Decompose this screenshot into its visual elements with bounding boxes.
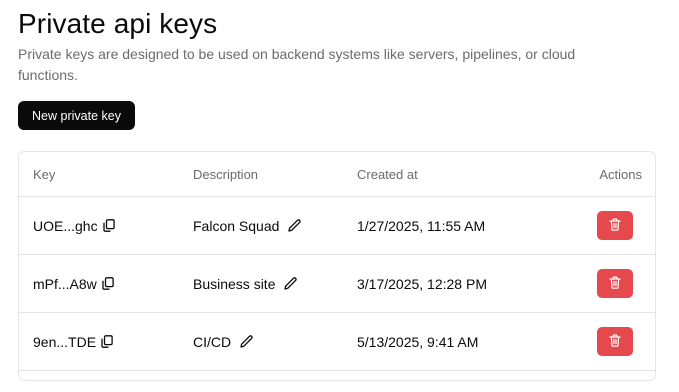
page-subtitle: Private keys are designed to be used on … (18, 46, 576, 83)
copy-icon[interactable] (101, 335, 113, 348)
pencil-icon[interactable] (283, 276, 298, 291)
key-cell: 9en...TDE (33, 313, 113, 370)
table-row: UOE...ghc Falcon Squad 1/27/2025, 11:55 … (19, 197, 655, 255)
created-at-cell: 5/13/2025, 9:41 AM (357, 333, 479, 350)
delete-key-button[interactable] (597, 269, 633, 298)
trash-icon (609, 217, 621, 234)
trash-icon (609, 275, 621, 292)
pencil-icon[interactable] (239, 334, 254, 349)
description-cell: CI/CD (193, 313, 254, 370)
actions-cell (597, 255, 642, 312)
copy-icon[interactable] (102, 219, 115, 232)
description-value: Falcon Squad (193, 217, 280, 234)
description-cell: Falcon Squad (193, 197, 302, 254)
actions-cell (597, 313, 642, 370)
column-header-description: Description (193, 166, 259, 182)
trash-icon (609, 333, 621, 350)
description-value: CI/CD (193, 333, 232, 350)
table-header-row: Key Description Created at Actions (19, 152, 655, 197)
key-value: mPf...A8w (33, 275, 97, 292)
table-row: 9en...TDE CI/CD 5/13/2025, 9:41 AM (19, 313, 655, 371)
table-row: mPf...A8w Business site 3/17/2025, 12:28… (19, 255, 655, 313)
delete-key-button[interactable] (597, 327, 633, 356)
column-header-actions: Actions (599, 166, 642, 182)
key-cell: UOE...ghc (33, 197, 115, 254)
key-cell: mPf...A8w (33, 255, 114, 312)
created-at-cell: 1/27/2025, 11:55 AM (357, 217, 486, 234)
description-cell: Business site (193, 255, 298, 312)
api-keys-page: Private api keys Private keys are design… (0, 0, 679, 392)
description-value: Business site (193, 275, 276, 292)
actions-cell (597, 197, 642, 254)
page-title: Private api keys (18, 8, 218, 39)
key-value: 9en...TDE (33, 333, 97, 350)
key-value: UOE...ghc (33, 217, 98, 234)
column-header-created-at: Created at (357, 166, 418, 182)
api-keys-table: Key Description Created at Actions UOE..… (18, 151, 656, 381)
new-private-key-button[interactable]: New private key (18, 101, 135, 130)
pencil-icon[interactable] (287, 218, 302, 233)
created-at-cell: 3/17/2025, 12:28 PM (357, 275, 487, 292)
copy-icon[interactable] (102, 277, 114, 290)
column-header-key: Key (33, 166, 56, 182)
delete-key-button[interactable] (597, 211, 633, 240)
